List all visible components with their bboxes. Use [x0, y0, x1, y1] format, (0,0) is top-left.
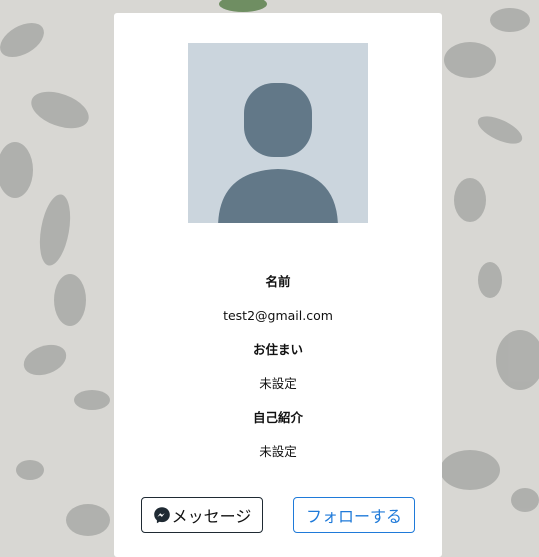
profile-card: 名前 test2@gmail.com お住まい 未設定 自己紹介 未設定 メッセ… — [114, 13, 442, 557]
address-label: お住まい — [252, 342, 303, 357]
follow-button-label: フォローする — [305, 507, 402, 526]
follow-button[interactable]: フォローする — [293, 497, 415, 533]
message-button-label: メッセージ — [171, 507, 252, 526]
name-value: test2@gmail.com — [223, 308, 333, 323]
message-button[interactable]: メッセージ — [141, 497, 263, 533]
avatar — [188, 43, 368, 223]
address-value: 未設定 — [259, 376, 297, 391]
bio-label: 自己紹介 — [252, 410, 303, 425]
name-label: 名前 — [265, 274, 291, 289]
messenger-icon — [153, 506, 171, 524]
bio-value: 未設定 — [259, 444, 297, 459]
default-avatar-icon — [218, 83, 338, 223]
